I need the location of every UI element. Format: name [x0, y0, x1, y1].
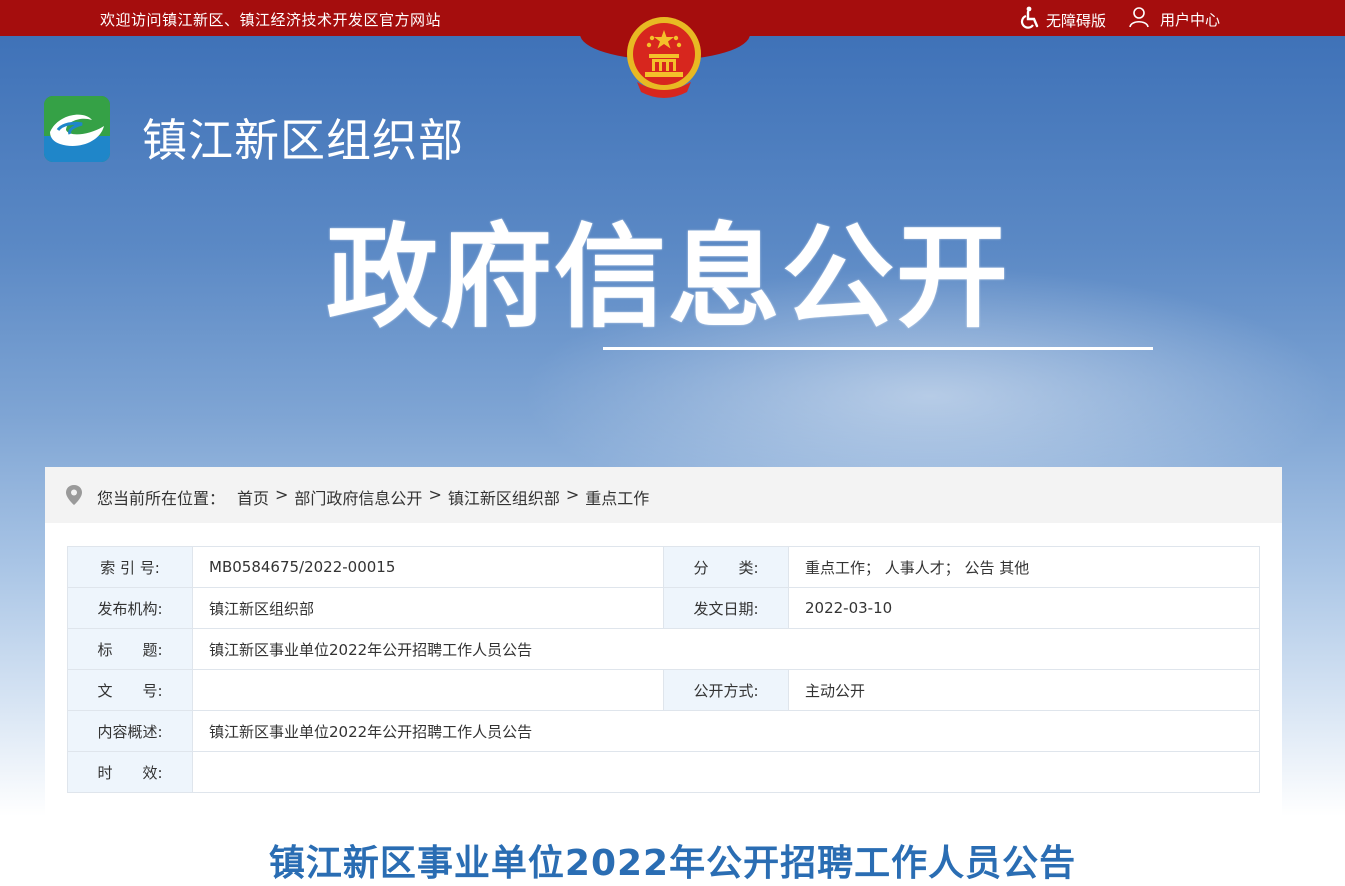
logo-wave-icon	[44, 96, 110, 162]
document-meta-table: 索 引 号: MB0584675/2022-00015 分 类: 重点工作； 人…	[67, 546, 1260, 793]
index-label: 索 引 号:	[67, 546, 193, 588]
publisher-label: 发布机构:	[67, 587, 193, 629]
content-panel: 您当前所在位置： 首页 > 部门政府信息公开 > 镇江新区组织部 > 重点工作 …	[45, 467, 1282, 884]
breadcrumb-trail: 首页 > 部门政府信息公开 > 镇江新区组织部 > 重点工作	[237, 485, 649, 509]
table-row: 发布机构: 镇江新区组织部 发文日期: 2022-03-10	[67, 587, 1260, 629]
breadcrumb-dept-info[interactable]: 部门政府信息公开	[294, 485, 422, 509]
table-row: 索 引 号: MB0584675/2022-00015 分 类: 重点工作； 人…	[67, 546, 1260, 588]
site-logo[interactable]	[44, 96, 110, 162]
breadcrumb-separator: >	[565, 485, 580, 504]
publisher-value: 镇江新区组织部	[192, 587, 664, 629]
table-row: 标 题: 镇江新区事业单位2022年公开招聘工作人员公告	[67, 628, 1260, 670]
title-label: 标 题:	[67, 628, 193, 670]
category-value: 重点工作； 人事人才； 公告 其他	[788, 546, 1260, 588]
banner-title: 政府信息公开	[326, 213, 1010, 343]
accessible-label: 无障碍版	[1046, 11, 1107, 30]
table-row: 文 号: 公开方式: 主动公开	[67, 669, 1260, 711]
title-value: 镇江新区事业单位2022年公开招聘工作人员公告	[192, 628, 1260, 670]
breadcrumb-org-dept[interactable]: 镇江新区组织部	[448, 485, 560, 509]
article-title: 镇江新区事业单位2022年公开招聘工作人员公告	[268, 843, 1077, 884]
date-value: 2022-03-10	[788, 587, 1260, 629]
breadcrumb-separator: >	[275, 485, 289, 504]
banner-underline	[603, 347, 1153, 350]
user-center-label: 用户中心	[1160, 10, 1221, 29]
breadcrumb-separator: >	[428, 485, 442, 504]
breadcrumb-key-work[interactable]: 重点工作	[585, 485, 649, 509]
table-row: 内容概述: 镇江新区事业单位2022年公开招聘工作人员公告	[67, 710, 1260, 752]
mode-value: 主动公开	[788, 669, 1260, 711]
validity-value	[192, 751, 1260, 793]
summary-label: 内容概述:	[67, 710, 193, 752]
docno-label: 文 号:	[67, 669, 193, 711]
welcome-text: 欢迎访问镇江新区、镇江经济技术开发区官方网站	[100, 11, 442, 29]
user-center-link[interactable]: 用户中心	[1128, 6, 1221, 29]
table-row: 时 效:	[67, 751, 1260, 793]
breadcrumb-lead: 您当前所在位置：	[97, 489, 226, 508]
validity-label: 时 效:	[67, 751, 193, 793]
accessible-version-link[interactable]: 无障碍版	[1020, 6, 1106, 30]
index-value: MB0584675/2022-00015	[192, 546, 664, 588]
site-title: 镇江新区组织部	[142, 114, 465, 167]
date-label: 发文日期:	[663, 587, 789, 629]
summary-value: 镇江新区事业单位2022年公开招聘工作人员公告	[192, 710, 1260, 752]
user-icon	[1129, 7, 1149, 28]
national-emblem-icon	[627, 17, 701, 98]
wheelchair-icon	[1020, 6, 1039, 29]
mode-label: 公开方式:	[663, 669, 789, 711]
location-pin-icon	[66, 485, 82, 505]
breadcrumb: 您当前所在位置： 首页 > 部门政府信息公开 > 镇江新区组织部 > 重点工作	[45, 467, 1282, 523]
docno-value	[192, 669, 664, 711]
breadcrumb-home[interactable]: 首页	[237, 485, 269, 509]
category-label: 分 类:	[663, 546, 789, 588]
